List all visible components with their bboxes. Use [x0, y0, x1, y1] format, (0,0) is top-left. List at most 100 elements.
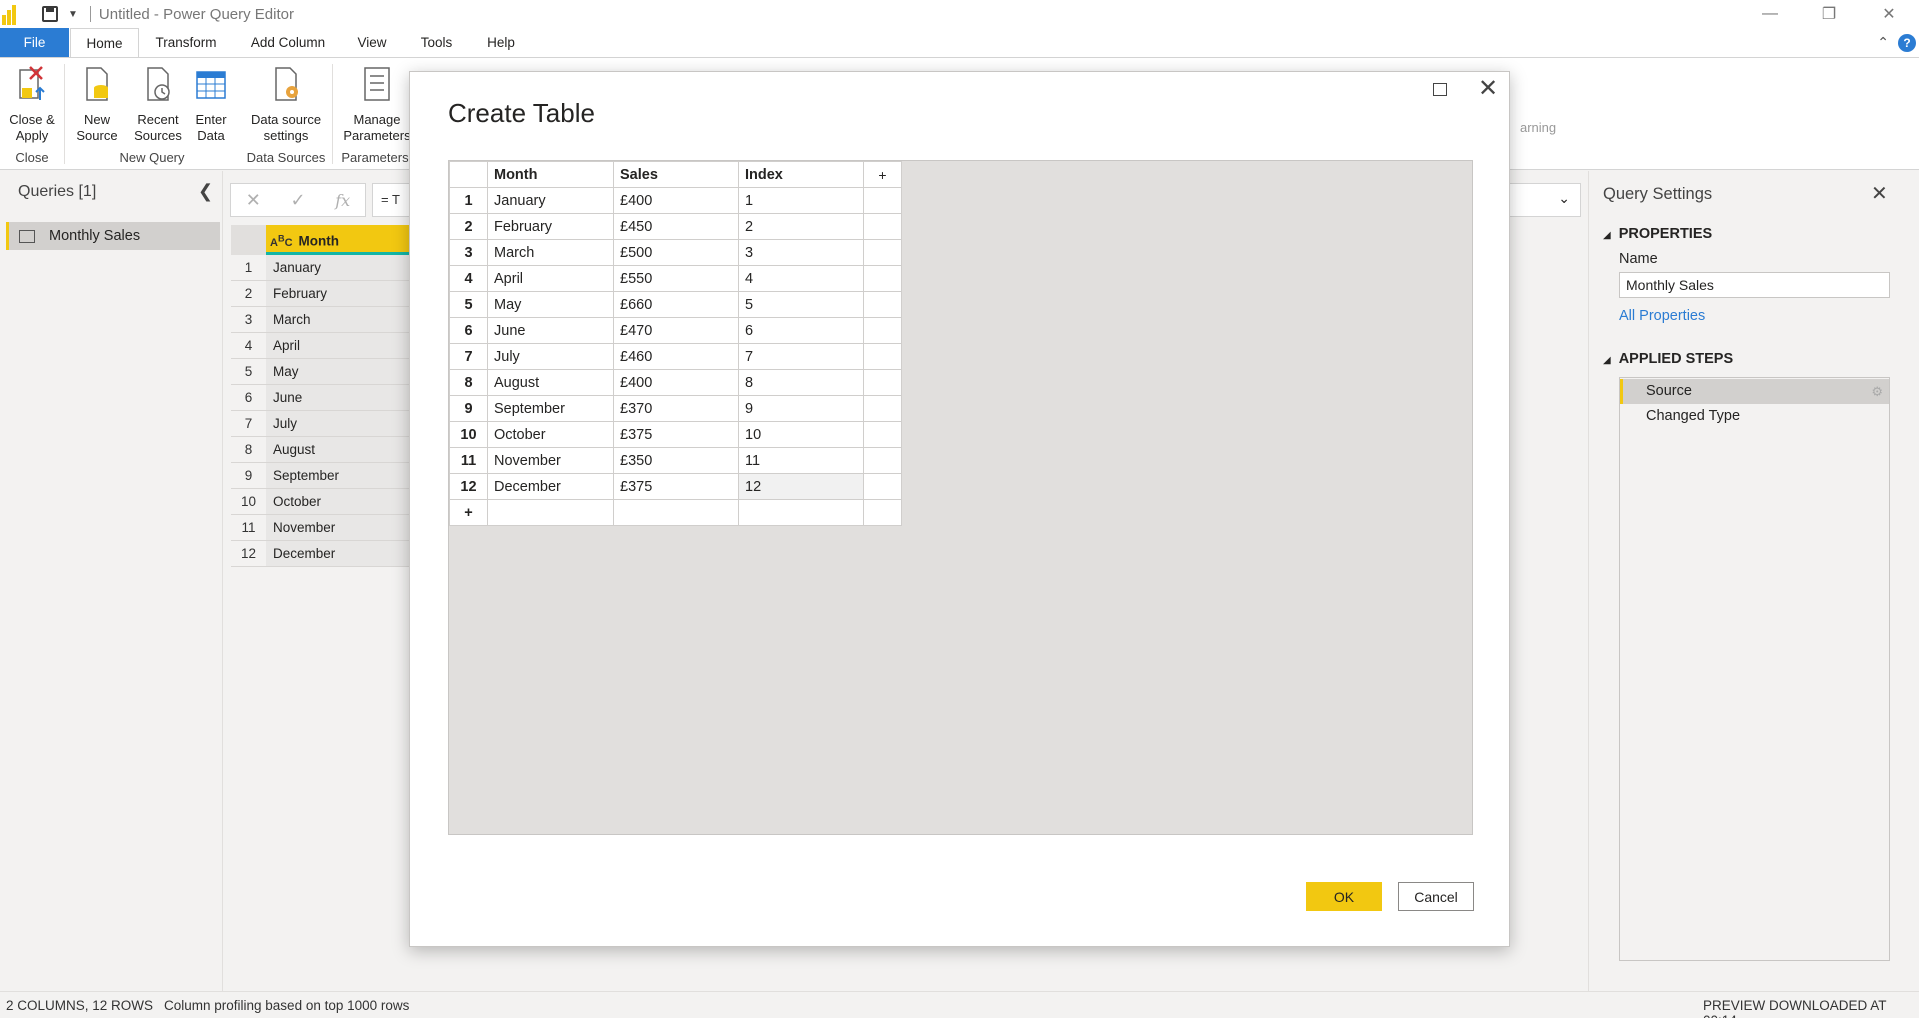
- query-name-field[interactable]: Monthly Sales: [1619, 272, 1890, 298]
- cell-sales[interactable]: £460: [613, 343, 739, 370]
- empty-cell[interactable]: [863, 395, 902, 422]
- cell-month[interactable]: January: [487, 187, 614, 214]
- cell-month[interactable]: August: [487, 369, 614, 396]
- close-window-icon[interactable]: ✕: [1860, 0, 1918, 28]
- table-row[interactable]: 7 July: [231, 411, 411, 437]
- table-row[interactable]: 2 February: [231, 281, 411, 307]
- cancel-formula-icon[interactable]: ✕: [231, 190, 276, 211]
- empty-cell[interactable]: [863, 213, 902, 240]
- cell-sales[interactable]: £450: [613, 213, 739, 240]
- cell-sales[interactable]: £470: [613, 317, 739, 344]
- cell-month[interactable]: April: [487, 265, 614, 292]
- tab-view[interactable]: View: [350, 28, 394, 58]
- cell-index[interactable]: 6: [738, 317, 864, 344]
- properties-heading[interactable]: ◢ PROPERTIES: [1603, 226, 1712, 242]
- cell-month[interactable]: October: [266, 489, 411, 514]
- cancel-button[interactable]: Cancel: [1398, 882, 1474, 911]
- tab-help[interactable]: Help: [475, 28, 527, 58]
- empty-cell[interactable]: [863, 265, 902, 292]
- table-row[interactable]: 10 October: [231, 489, 411, 515]
- cell-index[interactable]: 1: [738, 187, 864, 214]
- cell-index[interactable]: 10: [738, 421, 864, 448]
- cell-index[interactable]: 4: [738, 265, 864, 292]
- empty-cell[interactable]: [863, 317, 902, 344]
- table-row[interactable]: 3 March: [231, 307, 411, 333]
- tab-home[interactable]: Home: [70, 28, 139, 58]
- cell-index[interactable]: 7: [738, 343, 864, 370]
- cell-month[interactable]: June: [266, 385, 411, 410]
- cell-index[interactable]: 5: [738, 291, 864, 318]
- ok-button[interactable]: OK: [1306, 882, 1382, 911]
- minimize-icon[interactable]: —: [1741, 0, 1799, 28]
- empty-cell[interactable]: [487, 499, 614, 526]
- add-column-button[interactable]: +: [863, 161, 902, 188]
- empty-cell[interactable]: [863, 421, 902, 448]
- cell-sales[interactable]: £400: [613, 187, 739, 214]
- tab-transform[interactable]: Transform: [145, 28, 227, 58]
- cell-sales[interactable]: £350: [613, 447, 739, 474]
- cell-month[interactable]: March: [266, 307, 411, 332]
- manage-parameters-button[interactable]: Manage Parameters: [336, 64, 418, 144]
- applied-steps-heading[interactable]: ◢ APPLIED STEPS: [1603, 351, 1733, 367]
- cell-sales[interactable]: £400: [613, 369, 739, 396]
- cell-index[interactable]: 11: [738, 447, 864, 474]
- table-row[interactable]: 6 June: [231, 385, 411, 411]
- cell-index[interactable]: 12: [738, 473, 864, 500]
- close-dialog-icon[interactable]: ✕: [1478, 74, 1498, 103]
- cell-month[interactable]: January: [266, 255, 411, 280]
- empty-cell[interactable]: [863, 499, 902, 526]
- all-properties-link[interactable]: All Properties: [1619, 308, 1705, 324]
- empty-cell[interactable]: [863, 291, 902, 318]
- cell-sales[interactable]: £375: [613, 421, 739, 448]
- data-source-settings-button[interactable]: Data source settings: [246, 64, 326, 144]
- empty-cell[interactable]: [613, 499, 739, 526]
- cell-month[interactable]: August: [266, 437, 411, 462]
- column-header-sales[interactable]: Sales: [613, 161, 739, 188]
- query-item[interactable]: Monthly Sales: [6, 222, 220, 250]
- cell-sales[interactable]: £370: [613, 395, 739, 422]
- cell-month[interactable]: December: [266, 541, 411, 566]
- cell-month[interactable]: November: [487, 447, 614, 474]
- formula-expand-icon[interactable]: ⌄: [1505, 183, 1581, 217]
- status-profiling[interactable]: Column profiling based on top 1000 rows: [164, 998, 409, 1013]
- tab-add-column[interactable]: Add Column: [240, 28, 336, 58]
- empty-cell[interactable]: [863, 473, 902, 500]
- table-row[interactable]: 11 November: [231, 515, 411, 541]
- new-source-button[interactable]: New Source: [72, 64, 122, 144]
- empty-cell[interactable]: [863, 343, 902, 370]
- close-settings-icon[interactable]: ✕: [1871, 181, 1888, 206]
- cell-month[interactable]: September: [487, 395, 614, 422]
- empty-cell[interactable]: [738, 499, 864, 526]
- cell-index[interactable]: 9: [738, 395, 864, 422]
- empty-cell[interactable]: [863, 447, 902, 474]
- cell-index[interactable]: 3: [738, 239, 864, 266]
- empty-cell[interactable]: [863, 239, 902, 266]
- cell-index[interactable]: 8: [738, 369, 864, 396]
- collapse-queries-icon[interactable]: ❮: [198, 181, 213, 202]
- tab-file[interactable]: File: [0, 28, 69, 58]
- add-row-button[interactable]: +: [449, 499, 488, 526]
- step-source[interactable]: Source ⚙: [1620, 379, 1889, 404]
- fx-icon[interactable]: fx: [320, 191, 365, 210]
- formula-input[interactable]: = T: [372, 183, 412, 217]
- step-changed-type[interactable]: Changed Type: [1620, 404, 1889, 429]
- column-header-month[interactable]: ABC Month: [266, 225, 411, 255]
- empty-cell[interactable]: [863, 187, 902, 214]
- help-icon[interactable]: ?: [1898, 34, 1916, 52]
- cell-sales[interactable]: £500: [613, 239, 739, 266]
- collapse-ribbon-icon[interactable]: ⌃: [1877, 34, 1889, 51]
- table-row[interactable]: 12 December: [231, 541, 411, 567]
- quick-access-dropdown-icon[interactable]: ▼: [68, 9, 78, 20]
- cell-month[interactable]: June: [487, 317, 614, 344]
- maximize-dialog-icon[interactable]: [1433, 83, 1447, 96]
- enter-data-button[interactable]: Enter Data: [190, 64, 232, 144]
- cell-sales[interactable]: £375: [613, 473, 739, 500]
- column-header-month[interactable]: Month: [487, 161, 614, 188]
- cell-month[interactable]: November: [266, 515, 411, 540]
- column-header-index[interactable]: Index: [738, 161, 864, 188]
- save-icon[interactable]: [42, 6, 58, 22]
- cell-month[interactable]: February: [487, 213, 614, 240]
- close-apply-button[interactable]: Close & Apply: [4, 64, 60, 144]
- cell-month[interactable]: July: [487, 343, 614, 370]
- table-row[interactable]: 4 April: [231, 333, 411, 359]
